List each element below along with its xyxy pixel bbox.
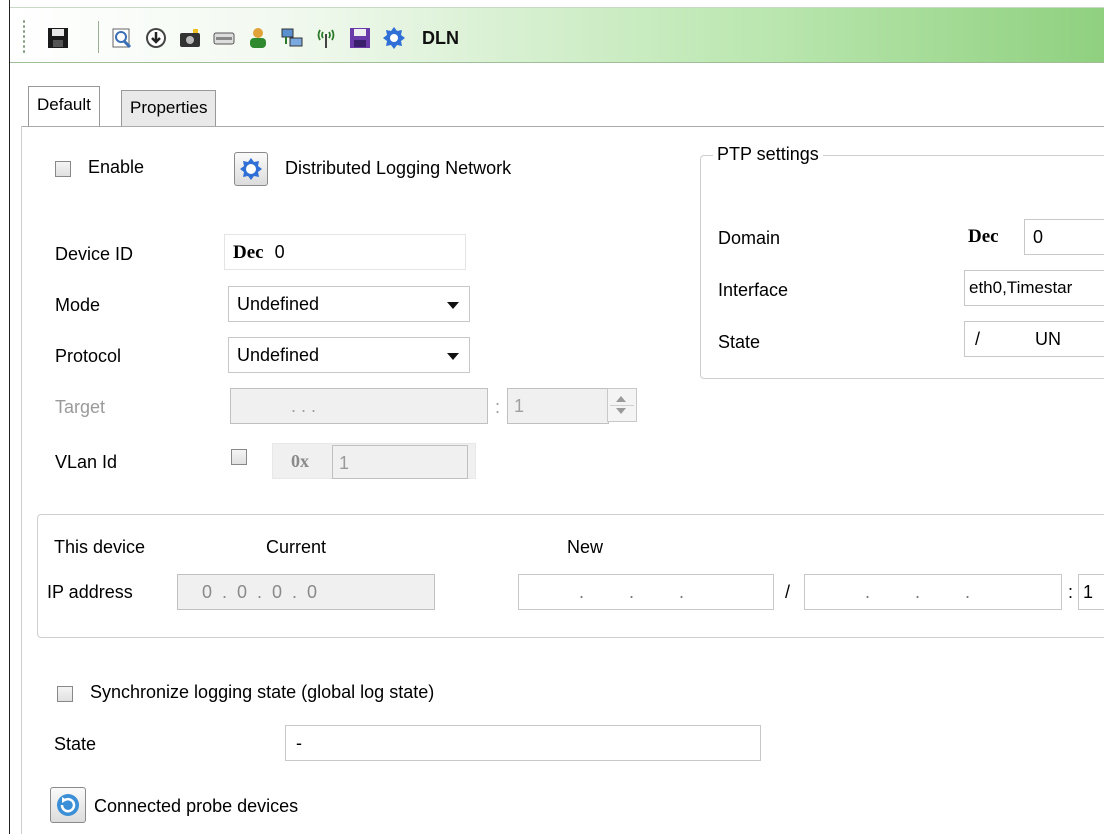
preview-icon[interactable]	[110, 26, 134, 50]
port-field[interactable]: 1	[1078, 574, 1104, 610]
card-icon[interactable]	[212, 26, 236, 50]
target-ip-field[interactable]: . . .	[230, 388, 488, 424]
this-device-label: This device	[54, 537, 146, 557]
device-id-label: Device ID	[55, 244, 134, 264]
ptp-interface-label: Interface	[718, 280, 789, 300]
save-icon[interactable]	[46, 26, 70, 50]
ptp-state-label: State	[718, 332, 761, 352]
spinner-divider	[610, 405, 634, 406]
network-icon[interactable]	[280, 26, 304, 50]
antenna-icon[interactable]	[314, 26, 338, 50]
vlan-checkbox[interactable]	[231, 449, 247, 465]
sync-state-field: -	[285, 725, 761, 761]
chevron-up-icon[interactable]	[616, 396, 626, 402]
target-port-separator: :	[495, 397, 501, 417]
new-mask-field[interactable]: . . .	[804, 574, 1062, 610]
dln-window: DLN Default Properties Enable Distribute…	[0, 0, 1104, 834]
current-label: Current	[266, 537, 327, 557]
device-id-value: 0	[274, 242, 285, 262]
mode-value: Undefined	[237, 294, 320, 314]
tab-panel-border	[21, 126, 22, 834]
download-icon[interactable]	[144, 26, 168, 50]
vlan-format: 0x	[291, 451, 309, 471]
sync-label: Synchronize logging state (global log st…	[90, 682, 435, 702]
toolbar: DLN	[10, 7, 1104, 63]
target-port-field[interactable]: 1	[507, 388, 609, 424]
tab-strip-border	[21, 126, 1104, 127]
protocol-value: Undefined	[237, 345, 320, 365]
protocol-label: Protocol	[55, 346, 122, 366]
camera-icon[interactable]	[178, 26, 202, 50]
ptp-domain-field[interactable]: 0	[1024, 219, 1104, 255]
toolbar-title: DLN	[422, 28, 459, 48]
window-border	[9, 0, 10, 834]
floppy-icon[interactable]	[348, 26, 372, 50]
chevron-down-icon[interactable]	[616, 408, 626, 414]
target-port-spinner[interactable]	[607, 388, 637, 422]
target-label: Target	[55, 397, 106, 417]
ptp-settings-legend: PTP settings	[713, 144, 823, 165]
new-ip-field[interactable]: . . .	[518, 574, 774, 610]
mode-select[interactable]: Undefined	[228, 286, 470, 322]
enable-label: Enable	[88, 157, 145, 177]
mode-label: Mode	[55, 295, 101, 315]
refresh-button[interactable]	[50, 787, 86, 823]
current-ip-field: 0 . 0 . 0 . 0	[177, 574, 435, 610]
toolbar-grip[interactable]	[22, 19, 26, 55]
chevron-down-icon	[447, 353, 459, 360]
device-id-format: Dec	[233, 242, 264, 263]
dln-button[interactable]	[234, 152, 268, 186]
ip-address-label: IP address	[47, 582, 133, 602]
gear-icon	[240, 158, 262, 180]
vlan-value-field: 1	[332, 445, 468, 479]
tab-properties[interactable]: Properties	[121, 90, 217, 126]
new-label: New	[567, 537, 604, 557]
user-icon[interactable]	[246, 26, 270, 50]
device-id-field[interactable]: Dec 0	[224, 234, 466, 270]
tab-default[interactable]: Default	[28, 86, 100, 127]
sync-checkbox[interactable]	[57, 686, 73, 702]
chevron-down-icon	[447, 302, 459, 309]
ptp-domain-label: Domain	[718, 228, 781, 248]
refresh-icon	[57, 794, 79, 816]
port-separator: :	[1068, 582, 1074, 602]
toolbar-separator	[98, 21, 99, 53]
sync-state-label: State	[54, 734, 97, 754]
gear-icon[interactable]	[382, 26, 406, 50]
dln-label: Distributed Logging Network	[285, 158, 512, 178]
toolbar-top-edge	[10, 7, 1104, 8]
ptp-domain-format: Dec	[968, 226, 999, 247]
ip-mask-separator: /	[785, 582, 791, 602]
ptp-state-field: / UN	[964, 321, 1104, 357]
ptp-interface-field[interactable]: eth0,Timestar	[964, 270, 1104, 306]
connected-probe-label: Connected probe devices	[94, 796, 299, 816]
enable-checkbox[interactable]	[55, 161, 71, 177]
vlan-label: VLan Id	[55, 452, 118, 472]
protocol-select[interactable]: Undefined	[228, 337, 470, 373]
